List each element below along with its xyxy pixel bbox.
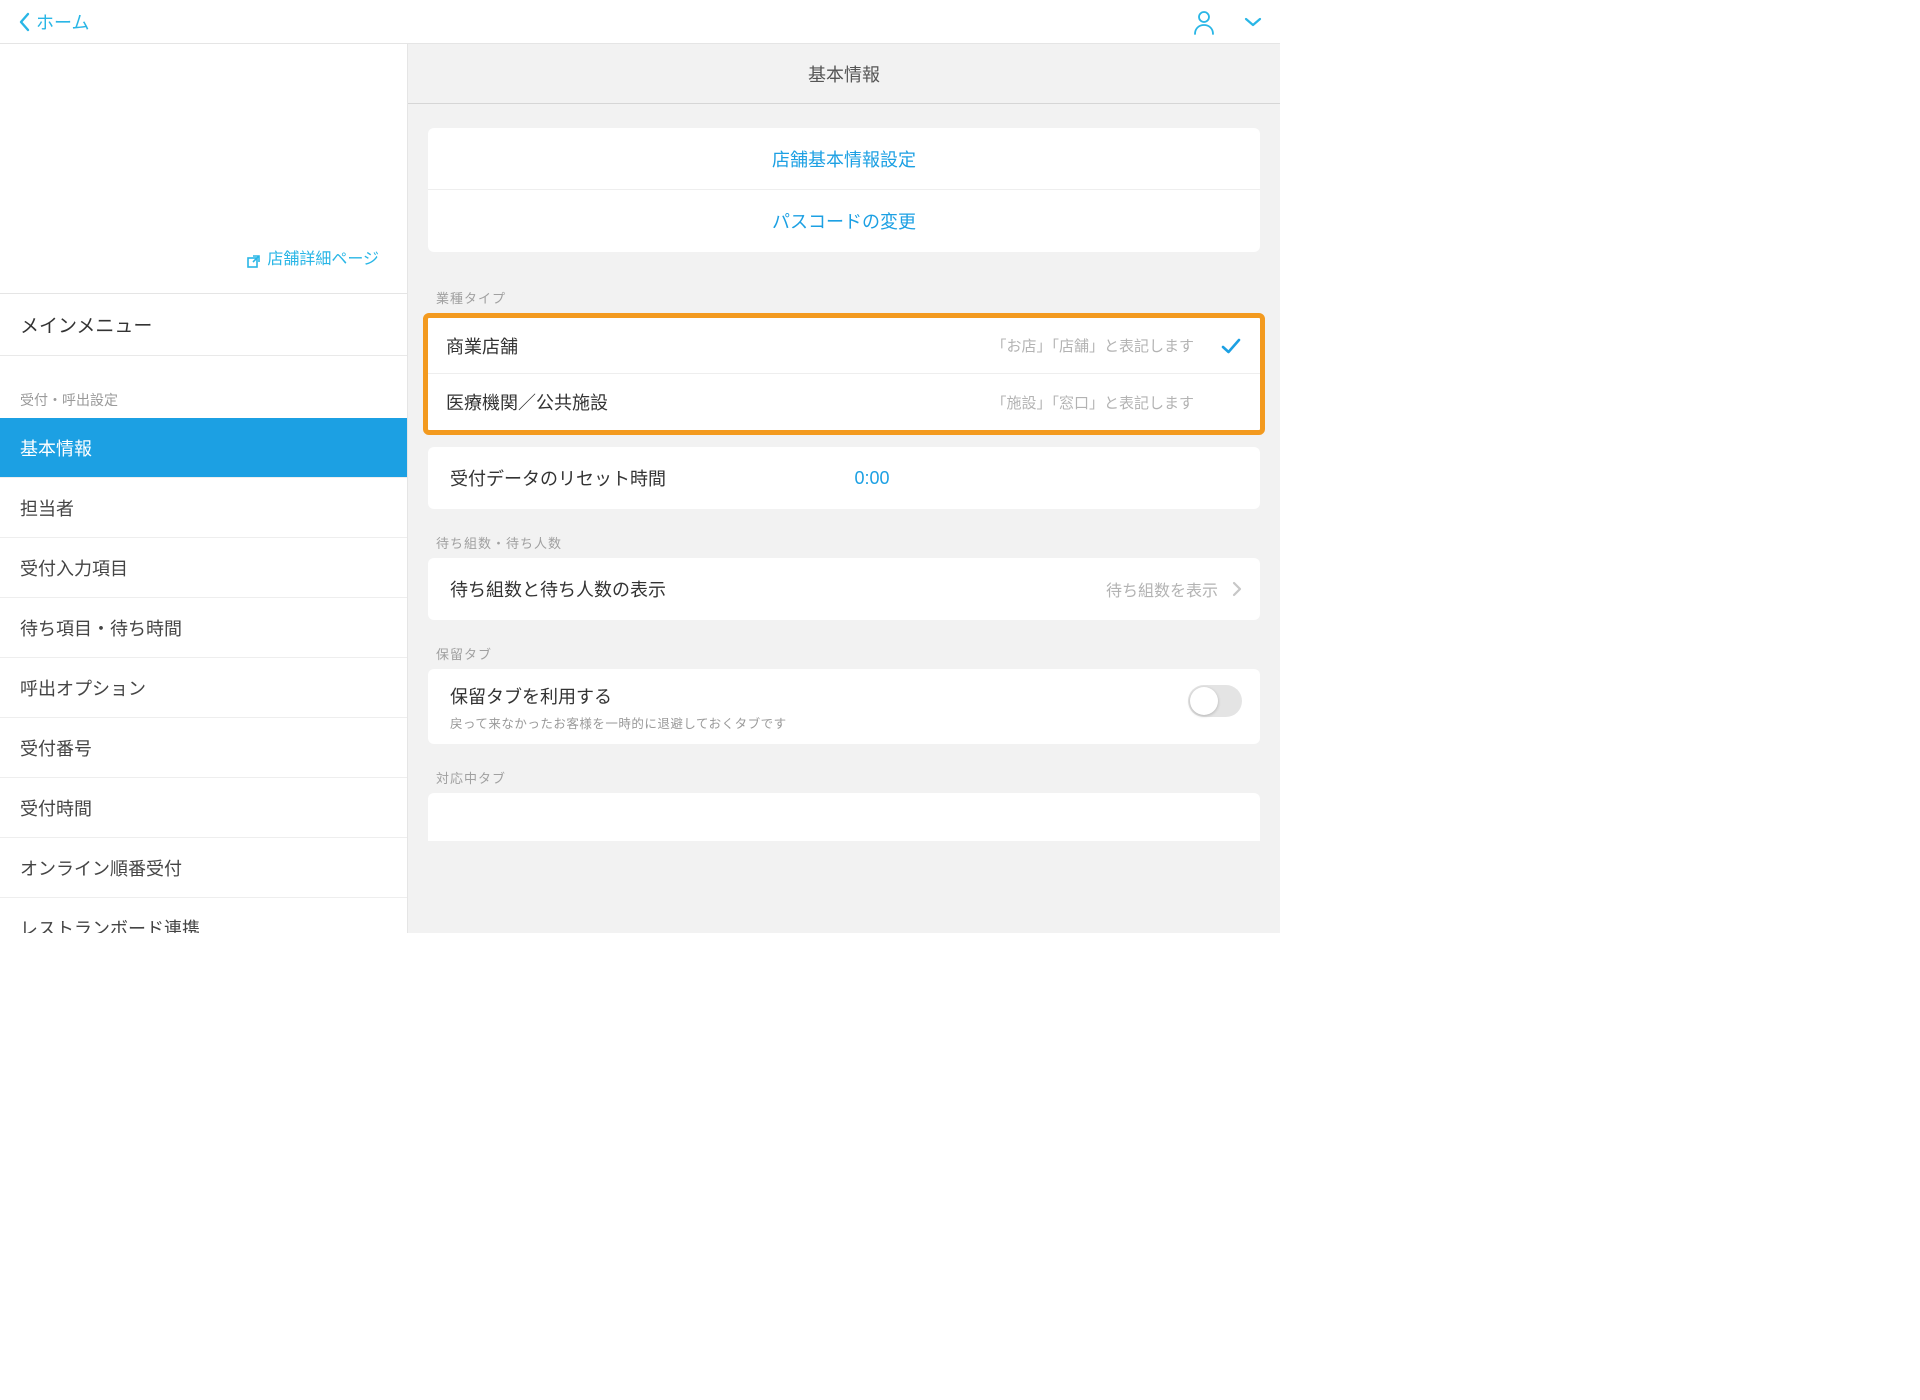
reset-time-value: 0:00: [666, 468, 1078, 489]
sidebar-item-label: 基本情報: [20, 435, 92, 461]
back-button[interactable]: ホーム: [18, 9, 89, 35]
sidebar-item-label: 待ち項目・待ち時間: [20, 615, 182, 641]
wait-display-value: 待ち組数を表示: [1106, 577, 1218, 601]
sidebar-item-wait-items[interactable]: 待ち項目・待ち時間: [0, 598, 407, 658]
hold-tab-row: 保留タブを利用する 戻って来なかったお客様を一時的に退避しておくタブです: [428, 669, 1260, 744]
sidebar-item-label: 担当者: [20, 495, 74, 521]
check-icon: [1220, 335, 1242, 357]
sidebar-section-label: 受付・呼出設定: [0, 356, 407, 418]
business-type-highlight: 商業店舗 「お店」「店舗」と表記します 医療機関／公共施設 「施設」「窓口」と表…: [423, 313, 1265, 435]
wait-display-title: 待ち組数と待ち人数の表示: [450, 576, 666, 602]
main-header: 基本情報: [408, 44, 1280, 104]
sidebar-item-staff[interactable]: 担当者: [0, 478, 407, 538]
sidebar-item-label: 受付入力項目: [20, 555, 128, 581]
sidebar-main-menu[interactable]: メインメニュー: [0, 294, 407, 356]
hold-tab-title: 保留タブを利用する: [450, 683, 787, 709]
business-type-commercial[interactable]: 商業店舗 「お店」「店舗」と表記します: [428, 318, 1260, 374]
option-title: 医療機関／公共施設: [446, 389, 608, 415]
sidebar-item-restaurant-board[interactable]: レストランボード連携: [0, 898, 407, 933]
sidebar-item-label: レストランボード連携: [20, 915, 200, 933]
chevron-right-icon: [1232, 581, 1242, 597]
back-label: ホーム: [36, 9, 89, 35]
sidebar-item-online-queue[interactable]: オンライン順番受付: [0, 838, 407, 898]
wait-section-label: 待ち組数・待ち人数: [428, 509, 1260, 558]
store-basic-settings-button[interactable]: 店舗基本情報設定: [428, 128, 1260, 190]
store-detail-link[interactable]: 店舗詳細ページ: [0, 44, 407, 294]
change-passcode-button[interactable]: パスコードの変更: [428, 190, 1260, 252]
sidebar-item-reception-fields[interactable]: 受付入力項目: [0, 538, 407, 598]
sidebar-main-menu-label: メインメニュー: [20, 311, 152, 338]
sidebar-item-label: 受付番号: [20, 735, 92, 761]
store-detail-link-label: 店舗詳細ページ: [267, 245, 379, 269]
sidebar-item-label: オンライン順番受付: [20, 855, 182, 881]
button-label: パスコードの変更: [772, 208, 916, 234]
hold-section-label: 保留タブ: [428, 620, 1260, 669]
option-hint: 「施設」「窓口」と表記します: [991, 392, 1194, 413]
sidebar-item-label: 受付時間: [20, 795, 92, 821]
button-label: 店舗基本情報設定: [772, 146, 916, 172]
option-hint: 「お店」「店舗」と表記します: [991, 335, 1194, 356]
hold-tab-subtitle: 戻って来なかったお客様を一時的に退避しておくタブです: [450, 713, 787, 732]
sidebar-item-reception-hours[interactable]: 受付時間: [0, 778, 407, 838]
chevron-left-icon: [18, 12, 30, 32]
sidebar-item-reception-number[interactable]: 受付番号: [0, 718, 407, 778]
sidebar-item-basic-info[interactable]: 基本情報: [0, 418, 407, 478]
user-icon[interactable]: [1192, 9, 1216, 35]
business-type-label: 業種タイプ: [428, 264, 1260, 313]
wait-display-row[interactable]: 待ち組数と待ち人数の表示 待ち組数を表示: [428, 558, 1260, 620]
external-link-icon: [246, 254, 261, 269]
hold-tab-toggle[interactable]: [1188, 685, 1242, 717]
topbar-right: [1192, 9, 1262, 35]
sidebar: 店舗詳細ページ メインメニュー 受付・呼出設定 基本情報 担当者 受付入力項目 …: [0, 44, 408, 933]
topbar: ホーム: [0, 0, 1280, 44]
in-progress-section-label: 対応中タブ: [428, 744, 1260, 793]
sidebar-item-label: 呼出オプション: [20, 675, 146, 701]
business-type-medical[interactable]: 医療機関／公共施設 「施設」「窓口」と表記します: [428, 374, 1260, 430]
option-title: 商業店舗: [446, 333, 518, 359]
chevron-down-icon[interactable]: [1244, 17, 1262, 27]
main-content: 基本情報 店舗基本情報設定 パスコードの変更 業種タイプ 商業店舗 「お店」「店…: [408, 44, 1280, 933]
primary-buttons-card: 店舗基本情報設定 パスコードの変更: [428, 128, 1260, 252]
sidebar-item-call-options[interactable]: 呼出オプション: [0, 658, 407, 718]
reset-time-row[interactable]: 受付データのリセット時間 0:00: [428, 447, 1260, 509]
in-progress-row: 対応中タブを利用する: [428, 793, 1260, 841]
reset-time-label: 受付データのリセット時間: [450, 465, 666, 491]
